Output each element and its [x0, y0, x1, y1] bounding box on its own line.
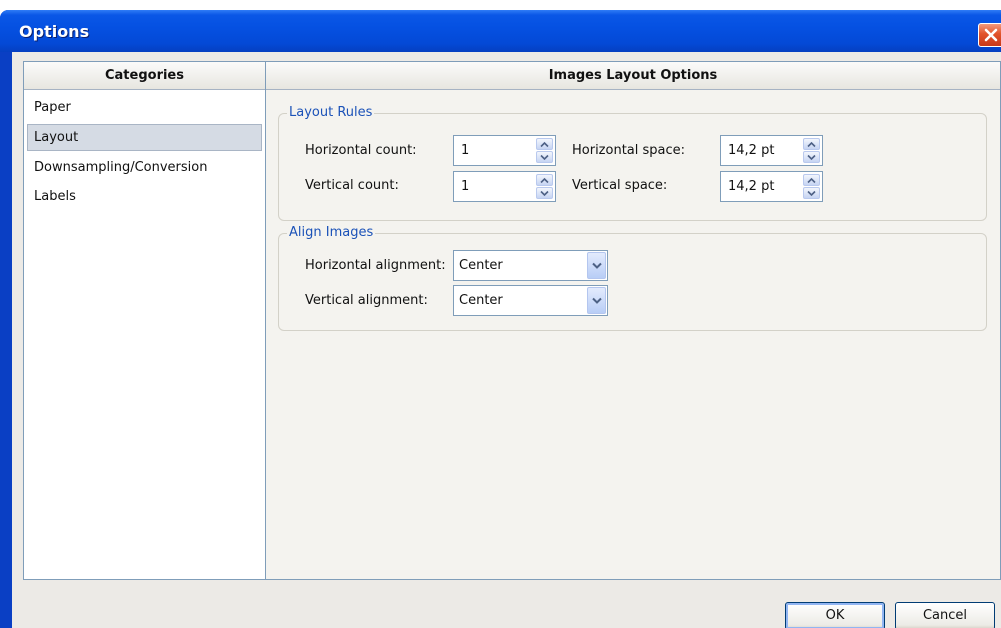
vertical-alignment-select[interactable]: Center [453, 285, 608, 316]
vertical-space-label: Vertical space: [572, 178, 668, 193]
options-dialog: Options Categories Paper Layout Downsamp… [0, 10, 1001, 628]
spinner-arrows [536, 138, 553, 163]
align-images-legend: Align Images [287, 225, 376, 241]
vertical-count-spinner[interactable]: 1 [453, 171, 556, 202]
spin-down-button[interactable] [536, 187, 553, 199]
horizontal-alignment-label: Horizontal alignment: [305, 258, 446, 273]
categories-panel: Categories Paper Layout Downsampling/Con… [23, 61, 266, 580]
vertical-space-spinner[interactable]: 14,2 pt [720, 171, 823, 202]
spinner-arrows [803, 138, 820, 163]
chevron-down-icon [592, 262, 602, 269]
spinner-arrows [536, 174, 553, 199]
chevron-up-icon [540, 177, 549, 184]
dropdown-button[interactable] [587, 252, 606, 279]
horizontal-space-spinner[interactable]: 14,2 pt [720, 135, 823, 166]
chevron-up-icon [540, 141, 549, 148]
close-icon [984, 28, 998, 42]
vertical-alignment-label: Vertical alignment: [305, 293, 428, 308]
horizontal-count-spinner[interactable]: 1 [453, 135, 556, 166]
vertical-alignment-value: Center [459, 293, 503, 308]
dialog-body: Categories Paper Layout Downsampling/Con… [12, 52, 1001, 628]
category-item-paper[interactable]: Paper [27, 94, 262, 121]
chevron-up-icon [807, 141, 816, 148]
vertical-count-label: Vertical count: [305, 178, 399, 193]
chevron-up-icon [807, 177, 816, 184]
chevron-down-icon [540, 154, 549, 161]
category-item-layout[interactable]: Layout [27, 124, 262, 151]
horizontal-count-label: Horizontal count: [305, 143, 417, 158]
options-panel: Images Layout Options Layout Rules Horiz… [266, 61, 1001, 580]
layout-rules-legend: Layout Rules [287, 105, 375, 121]
horizontal-alignment-select[interactable]: Center [453, 250, 608, 281]
vertical-space-value: 14,2 pt [728, 179, 775, 194]
options-header: Images Layout Options [266, 62, 1000, 90]
category-item-labels[interactable]: Labels [27, 183, 262, 210]
spin-up-button[interactable] [803, 174, 820, 186]
spin-down-button[interactable] [536, 151, 553, 163]
spin-down-button[interactable] [803, 187, 820, 199]
spin-up-button[interactable] [536, 138, 553, 150]
spin-up-button[interactable] [803, 138, 820, 150]
ok-button[interactable]: OK [785, 602, 885, 628]
window-title: Options [19, 22, 90, 41]
category-item-downsampling[interactable]: Downsampling/Conversion [27, 154, 262, 181]
align-images-group: Align Images Horizontal alignment: Cente… [278, 225, 987, 331]
layout-rules-group: Layout Rules Horizontal count: 1 Horizon… [278, 105, 987, 221]
chevron-down-icon [807, 190, 816, 197]
horizontal-space-label: Horizontal space: [572, 143, 686, 158]
spinner-arrows [803, 174, 820, 199]
categories-header: Categories [24, 62, 265, 90]
dropdown-button[interactable] [587, 287, 606, 314]
vertical-count-value: 1 [461, 179, 470, 194]
horizontal-count-value: 1 [461, 143, 470, 158]
cancel-button[interactable]: Cancel [895, 602, 995, 628]
spin-up-button[interactable] [536, 174, 553, 186]
title-bar[interactable]: Options [0, 10, 1001, 52]
chevron-down-icon [807, 154, 816, 161]
horizontal-space-value: 14,2 pt [728, 143, 775, 158]
chevron-down-icon [540, 190, 549, 197]
spin-down-button[interactable] [803, 151, 820, 163]
chevron-down-icon [592, 297, 602, 304]
horizontal-alignment-value: Center [459, 258, 503, 273]
close-button[interactable] [978, 23, 1001, 47]
